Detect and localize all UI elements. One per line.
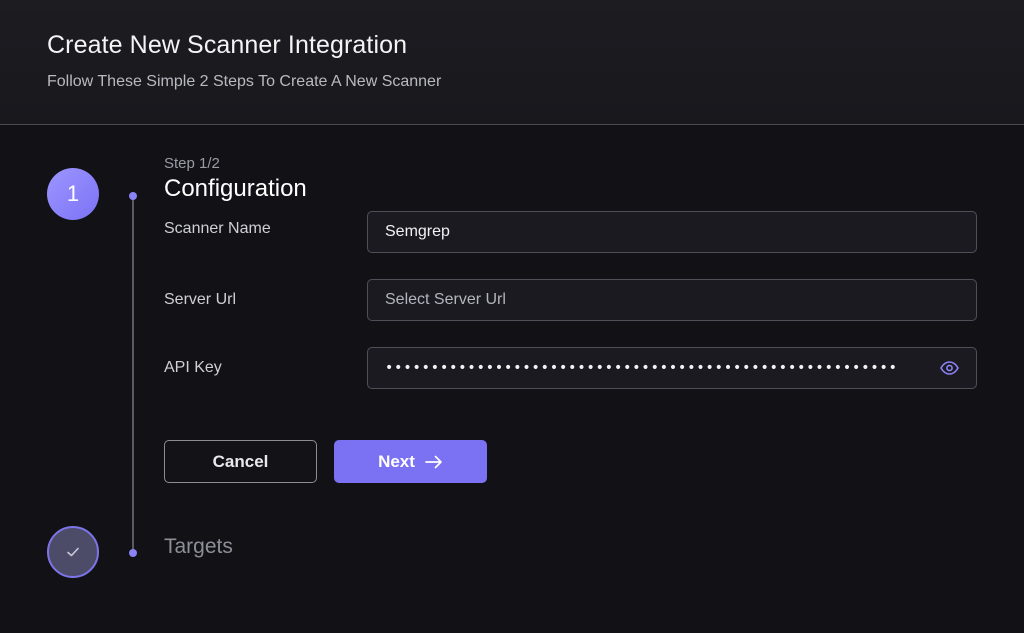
cancel-button-label: Cancel (212, 451, 269, 471)
next-button[interactable]: Next (334, 440, 487, 483)
scanner-name-input[interactable] (385, 223, 959, 241)
server-url-label: Server Url (164, 291, 237, 308)
api-key-masked-value[interactable]: ••••••••••••••••••••••••••••••••••••••••… (385, 360, 929, 376)
wizard-content: 1 Step 1/2 Configuration Scanner Name Se… (0, 125, 1024, 633)
next-button-label: Next (378, 451, 415, 471)
step-2-indicator (47, 526, 99, 578)
api-key-field[interactable]: ••••••••••••••••••••••••••••••••••••••••… (367, 347, 977, 389)
cancel-button[interactable]: Cancel (164, 440, 317, 483)
api-key-label: API Key (164, 359, 222, 376)
step-counter: Step 1/2 (164, 155, 220, 172)
page-header: Create New Scanner Integration Follow Th… (0, 0, 1024, 125)
page-subtitle: Follow These Simple 2 Steps To Create A … (47, 73, 442, 90)
arrow-right-icon (425, 455, 443, 469)
scanner-name-field[interactable] (367, 211, 977, 253)
step-1-indicator: 1 (47, 168, 99, 220)
server-url-field[interactable] (367, 279, 977, 321)
step-title-targets: Targets (164, 535, 233, 558)
step-1-number: 1 (66, 181, 80, 206)
scanner-name-label: Scanner Name (164, 220, 271, 237)
step-timeline (132, 195, 134, 553)
timeline-dot-end (129, 549, 137, 557)
step-title-configuration: Configuration (164, 175, 307, 202)
server-url-input[interactable] (385, 291, 959, 309)
eye-icon[interactable] (939, 358, 959, 378)
checkmark-icon (67, 547, 79, 557)
page-title: Create New Scanner Integration (47, 31, 408, 59)
timeline-dot-start (129, 192, 137, 200)
